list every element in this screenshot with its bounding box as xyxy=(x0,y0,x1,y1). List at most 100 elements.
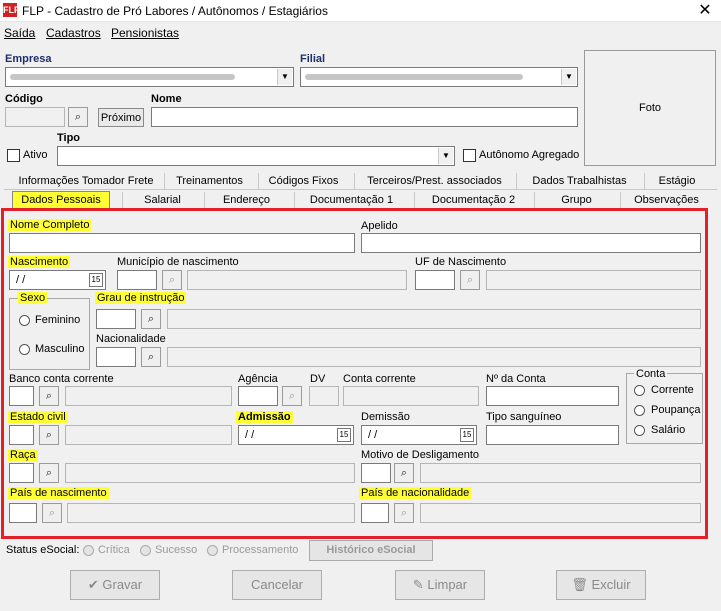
pais-nascimento-code-field[interactable] xyxy=(9,503,37,523)
demissao-field[interactable]: / / 15 xyxy=(361,425,477,445)
tab-dados-trabalhistas[interactable]: Dados Trabalhistas xyxy=(516,173,642,189)
menu-saida[interactable]: Saída xyxy=(4,26,35,40)
search-binoculars-icon[interactable]: ⌕ xyxy=(162,270,182,290)
nome-completo-label: Nome Completo xyxy=(8,219,92,231)
uf-code-field[interactable] xyxy=(415,270,455,290)
tab-informacoes-tomador[interactable]: Informações Tomador Frete xyxy=(14,173,158,189)
conta-corrente-label: Conta corrente xyxy=(343,373,416,385)
gravar-label: Gravar xyxy=(102,577,143,592)
gravar-button[interactable]: ✔ Gravar xyxy=(70,570,160,600)
menu-pensionistas[interactable]: Pensionistas xyxy=(111,26,179,40)
salario-radio[interactable] xyxy=(634,425,645,436)
ativo-checkbox[interactable] xyxy=(7,149,20,162)
nacionalidade-label: Nacionalidade xyxy=(96,333,166,345)
empresa-select[interactable]: ▼ xyxy=(5,67,294,87)
cancelar-button[interactable]: Cancelar xyxy=(232,570,322,600)
photo-box[interactable]: Foto xyxy=(584,50,716,166)
pais-nacionalidade-code-field[interactable] xyxy=(361,503,389,523)
apelido-field[interactable] xyxy=(361,233,701,253)
codigo-field[interactable] xyxy=(5,107,65,127)
search-binoculars-icon[interactable]: ⌕ xyxy=(68,107,88,127)
tabs-row-2: Dados Pessoais Salarial Endereço Documen… xyxy=(4,191,717,209)
search-binoculars-icon[interactable]: ⌕ xyxy=(39,386,59,406)
n-conta-field[interactable] xyxy=(486,386,619,406)
nome-completo-field[interactable] xyxy=(9,233,355,253)
nascimento-value: / / xyxy=(16,274,26,286)
processamento-radio[interactable] xyxy=(207,545,218,556)
chevron-down-icon: ▼ xyxy=(438,148,453,164)
banco-code-field[interactable] xyxy=(9,386,34,406)
filial-select[interactable]: ▼ xyxy=(300,67,578,87)
nome-field[interactable] xyxy=(151,107,578,127)
chevron-down-icon: ▼ xyxy=(277,69,292,85)
excluir-label: Excluir xyxy=(591,577,631,592)
ativo-label: Ativo xyxy=(23,149,48,161)
proximo-button[interactable]: Próximo xyxy=(98,108,144,127)
tab-dados-pessoais[interactable]: Dados Pessoais xyxy=(12,191,110,209)
tab-documentacao-2[interactable]: Documentação 2 xyxy=(414,192,532,208)
calendar-icon[interactable]: 15 xyxy=(89,273,103,287)
salario-option: Salário xyxy=(651,424,686,436)
search-binoculars-icon[interactable]: ⌕ xyxy=(39,463,59,483)
admissao-field[interactable]: / / 15 xyxy=(238,425,354,445)
tipo-select[interactable]: ▼ xyxy=(57,146,455,166)
calendar-icon[interactable]: 15 xyxy=(460,428,474,442)
sucesso-label: Sucesso xyxy=(155,544,198,556)
eraser-icon: ✎ xyxy=(412,577,428,592)
motivo-code-field[interactable] xyxy=(361,463,391,483)
tab-treinamentos[interactable]: Treinamentos xyxy=(164,173,254,189)
uf-nascimento-label: UF de Nascimento xyxy=(415,256,507,268)
nacionalidade-code-field[interactable] xyxy=(96,347,136,367)
app-icon: FLP xyxy=(3,3,20,17)
tab-terceiros[interactable]: Terceiros/Prest. associados xyxy=(354,173,514,189)
limpar-button[interactable]: ✎ Limpar xyxy=(395,570,485,600)
excluir-button[interactable]: 🗑 Excluir xyxy=(556,570,646,600)
processamento-label: Processamento xyxy=(222,544,299,556)
trash-icon: 🗑 xyxy=(571,577,592,592)
poupanca-radio[interactable] xyxy=(634,405,645,416)
nascimento-field[interactable]: / / 15 xyxy=(9,270,106,290)
window-title: FLP - Cadastro de Pró Labores / Autônomo… xyxy=(22,4,328,18)
raca-code-field[interactable] xyxy=(9,463,34,483)
conta-corrente-field xyxy=(343,386,479,406)
search-binoculars-icon[interactable]: ⌕ xyxy=(282,386,302,406)
tab-salarial[interactable]: Salarial xyxy=(122,192,202,208)
search-binoculars-icon[interactable]: ⌕ xyxy=(42,503,62,523)
autonomo-checkbox[interactable] xyxy=(463,149,476,162)
menu-bar xyxy=(0,22,721,42)
tab-observacoes[interactable]: Observações xyxy=(620,192,712,208)
search-binoculars-icon[interactable]: ⌕ xyxy=(394,503,414,523)
close-icon[interactable]: ✕ xyxy=(690,0,720,22)
conta-corrente-option: Corrente xyxy=(651,384,694,396)
agencia-field[interactable] xyxy=(238,386,278,406)
menu-cadastros[interactable]: Cadastros xyxy=(46,26,101,40)
municipio-code-field[interactable] xyxy=(117,270,157,290)
tab-grupo[interactable]: Grupo xyxy=(534,192,618,208)
grau-code-field[interactable] xyxy=(96,309,136,329)
tab-codigos-fixos[interactable]: Códigos Fixos xyxy=(258,173,348,189)
tipo-sanguineo-field[interactable] xyxy=(486,425,619,445)
estado-civil-code-field[interactable] xyxy=(9,425,34,445)
tab-endereco[interactable]: Endereço xyxy=(204,192,288,208)
n-conta-label: Nº da Conta xyxy=(486,373,546,385)
tab-documentacao-1[interactable]: Documentação 1 xyxy=(294,192,408,208)
motivo-desligamento-label: Motivo de Desligamento xyxy=(361,449,480,461)
search-binoculars-icon[interactable]: ⌕ xyxy=(141,309,161,329)
admissao-label: Admissão xyxy=(236,411,293,423)
uf-name-field xyxy=(486,270,701,290)
sucesso-radio[interactable] xyxy=(140,545,151,556)
search-binoculars-icon[interactable]: ⌕ xyxy=(141,347,161,367)
banco-name-field xyxy=(65,386,232,406)
masculino-radio[interactable] xyxy=(19,344,30,355)
tab-estagio[interactable]: Estágio xyxy=(644,173,709,189)
conta-corrente-radio[interactable] xyxy=(634,385,645,396)
feminino-radio[interactable] xyxy=(19,315,30,326)
apelido-label: Apelido xyxy=(361,220,398,232)
critica-radio[interactable] xyxy=(83,545,94,556)
search-binoculars-icon[interactable]: ⌕ xyxy=(460,270,480,290)
search-binoculars-icon[interactable]: ⌕ xyxy=(394,463,414,483)
historico-esocial-button[interactable]: Histórico eSocial xyxy=(309,540,433,561)
search-binoculars-icon[interactable]: ⌕ xyxy=(39,425,59,445)
calendar-icon[interactable]: 15 xyxy=(337,428,351,442)
empresa-label: Empresa xyxy=(5,53,52,65)
